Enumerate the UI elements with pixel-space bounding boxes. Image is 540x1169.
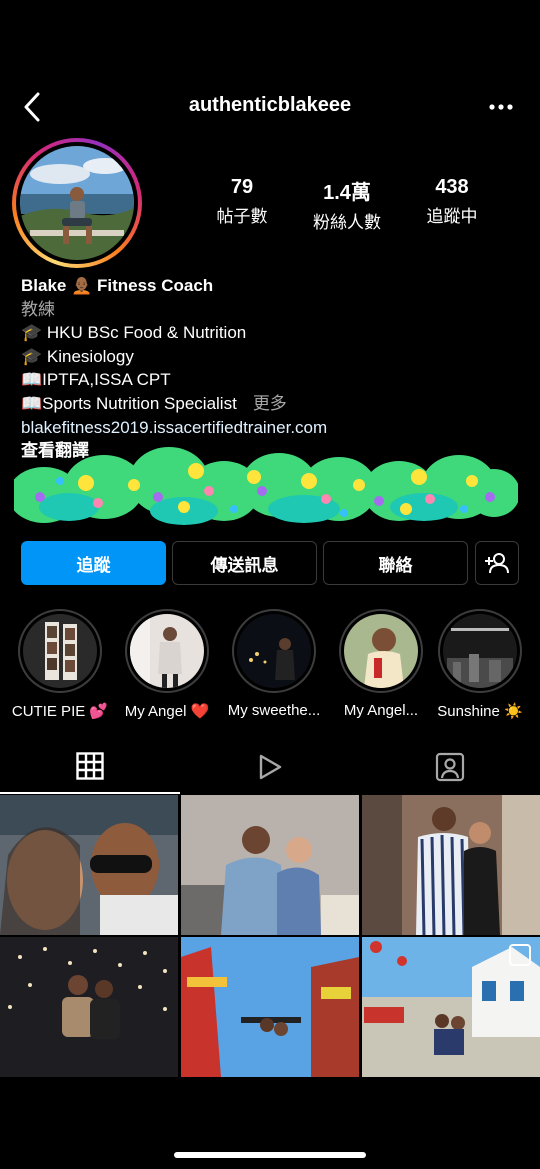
profile-website-link[interactable]: blakefitness2019.issacertifiedtrainer.co… bbox=[21, 416, 521, 440]
highlight-cover bbox=[130, 614, 204, 688]
follow-button[interactable]: 追蹤 bbox=[21, 541, 166, 585]
followers-count: 1.4萬 bbox=[323, 182, 371, 204]
posts-count: 79 bbox=[230, 176, 254, 198]
followers-stat[interactable]: 1.4萬 粉絲人數 bbox=[297, 176, 397, 233]
tagged-icon bbox=[435, 752, 465, 782]
tab-reels[interactable] bbox=[180, 740, 360, 794]
contact-button[interactable]: 聯絡 bbox=[323, 541, 468, 585]
grid-icon bbox=[76, 752, 104, 780]
profile-display-name: Blake 🧑🏾‍🦲 Fitness Coach bbox=[21, 276, 214, 295]
decorative-overlay bbox=[14, 447, 518, 525]
bio-line: 📖IPTFA,ISSA CPT bbox=[21, 370, 171, 390]
reels-icon bbox=[259, 754, 282, 780]
tab-tagged[interactable] bbox=[360, 740, 540, 794]
post-grid bbox=[0, 795, 540, 1077]
post-thumbnail[interactable] bbox=[181, 795, 359, 935]
more-link[interactable]: 更多 bbox=[253, 394, 287, 413]
highlight-label: CUTIE PIE 💕 bbox=[11, 703, 109, 720]
bio-line: 📖Sports Nutrition Specialist bbox=[21, 393, 237, 413]
profile-username: authenticblakeee bbox=[188, 94, 352, 116]
highlight-label: Sunshine ☀️ bbox=[437, 703, 523, 720]
highlight-cover bbox=[443, 614, 517, 688]
highlight-label: My Angel ❤️ bbox=[124, 703, 210, 720]
profile-stats: 79 帖子數 1.4萬 粉絲人數 438 追蹤中 bbox=[192, 176, 512, 232]
highlight-cover bbox=[23, 614, 97, 688]
highlight-label: My Angel... bbox=[343, 702, 419, 719]
post-thumbnail[interactable] bbox=[362, 795, 540, 935]
followers-label: 粉絲人數 bbox=[313, 213, 381, 232]
highlight-item[interactable]: Sunshine ☀️ bbox=[426, 609, 534, 720]
ellipsis-icon[interactable] bbox=[486, 94, 516, 120]
highlight-item[interactable]: CUTIE PIE 💕 bbox=[6, 609, 114, 720]
post-thumbnail[interactable] bbox=[0, 795, 178, 935]
bio-line-with-more: 📖Sports Nutrition Specialist 更多 bbox=[21, 392, 521, 416]
add-user-icon bbox=[485, 553, 509, 574]
bio-line: 🎓 Kinesiology bbox=[21, 346, 134, 366]
highlight-item[interactable]: My Angel ❤️ bbox=[113, 609, 221, 720]
profile-actions: 追蹤 傳送訊息 聯絡 bbox=[21, 541, 519, 585]
post-thumbnail[interactable] bbox=[0, 937, 178, 1077]
following-stat[interactable]: 438 追蹤中 bbox=[402, 176, 502, 227]
profile-header: authenticblakeee bbox=[0, 80, 540, 136]
avatar[interactable] bbox=[12, 138, 142, 268]
story-highlights: CUTIE PIE 💕 My Angel ❤️ My sweethe... My… bbox=[0, 609, 540, 724]
avatar-photo bbox=[20, 146, 134, 260]
highlight-item[interactable]: My Angel... bbox=[327, 609, 435, 719]
highlight-cover bbox=[237, 614, 311, 688]
bio-line: 🎓 HKU BSc Food & Nutrition bbox=[21, 323, 247, 343]
following-label: 追蹤中 bbox=[426, 207, 478, 226]
highlight-label: My sweethe... bbox=[227, 702, 321, 719]
profile-tabs bbox=[0, 740, 540, 794]
highlight-cover bbox=[344, 614, 418, 688]
profile-category: 教練 bbox=[21, 299, 55, 319]
posts-stat[interactable]: 79 帖子數 bbox=[192, 176, 292, 227]
profile-bio: Blake 🧑🏾‍🦲 Fitness Coach 教練 🎓 HKU BSc Fo… bbox=[21, 274, 521, 463]
posts-label: 帖子數 bbox=[216, 207, 268, 226]
highlight-item[interactable]: My sweethe... bbox=[220, 609, 328, 719]
tab-posts[interactable] bbox=[0, 740, 180, 794]
home-indicator bbox=[174, 1152, 366, 1158]
following-count: 438 bbox=[435, 176, 469, 198]
message-button[interactable]: 傳送訊息 bbox=[172, 541, 317, 585]
post-thumbnail[interactable] bbox=[181, 937, 359, 1077]
suggested-users-button[interactable] bbox=[475, 541, 519, 585]
post-thumbnail[interactable] bbox=[362, 937, 540, 1077]
